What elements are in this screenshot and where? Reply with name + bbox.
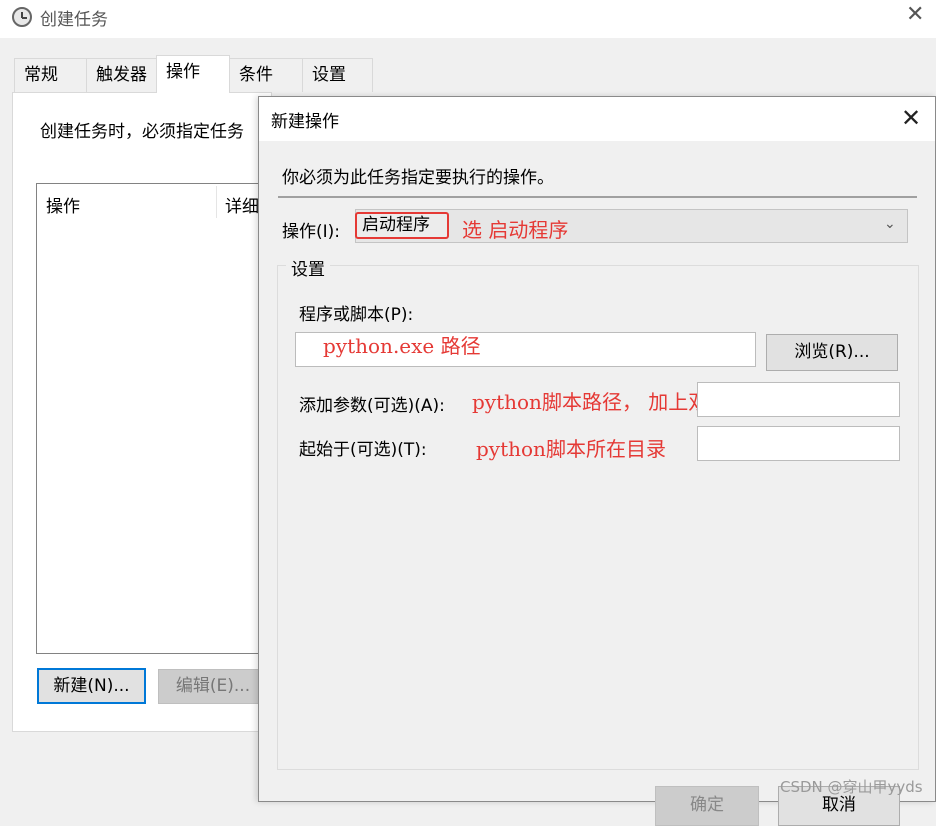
- list-column-divider: [216, 186, 217, 218]
- annotation-script-directory: python脚本所在目录: [476, 437, 666, 461]
- browse-button[interactable]: 浏览(R)...: [766, 334, 898, 371]
- instruction-divider: [278, 196, 917, 198]
- ok-button[interactable]: 确定: [655, 786, 759, 826]
- tab-actions[interactable]: 操作: [156, 55, 230, 93]
- arguments-label: 添加参数(可选)(A):: [299, 396, 445, 416]
- program-script-label: 程序或脚本(P):: [299, 305, 414, 325]
- list-column-details[interactable]: 详细: [225, 192, 259, 217]
- dialog-close-icon[interactable]: ✕: [901, 104, 921, 132]
- dialog-title: 新建操作: [271, 112, 339, 132]
- chevron-down-icon[interactable]: ⌄: [884, 216, 896, 232]
- dialog-title-bar: [259, 97, 935, 141]
- start-in-input[interactable]: [697, 426, 900, 461]
- outer-title-bar: 创建任务 ✕: [0, 0, 936, 38]
- dialog-instruction: 你必须为此任务指定要执行的操作。: [282, 168, 554, 188]
- new-action-button[interactable]: 新建(N)...: [37, 668, 146, 704]
- action-label: 操作(I):: [282, 222, 341, 242]
- action-select-value[interactable]: 启动程序: [355, 212, 449, 239]
- task-scheduler-clock-icon: [12, 7, 32, 27]
- start-in-label: 起始于(可选)(T):: [299, 440, 427, 460]
- outer-window-title: 创建任务: [40, 10, 108, 30]
- annotation-python-exe-path: python.exe 路径: [323, 334, 481, 358]
- tab-conditions[interactable]: 条件: [229, 58, 303, 92]
- tab-general[interactable]: 常规: [14, 58, 87, 92]
- csdn-watermark: CSDN @穿山甲yyds: [780, 778, 923, 796]
- outer-close-icon[interactable]: ✕: [906, 2, 924, 27]
- tab-settings[interactable]: 设置: [302, 58, 373, 92]
- actions-hint-text: 创建任务时，必须指定任务: [40, 122, 244, 142]
- settings-group-legend: 设置: [286, 255, 330, 280]
- annotation-select-start-program: 选 启动程序: [462, 218, 569, 242]
- edit-action-button[interactable]: 编辑(E)...: [158, 669, 268, 704]
- tab-triggers[interactable]: 触发器: [86, 58, 157, 92]
- action-list[interactable]: [36, 183, 276, 654]
- list-column-action[interactable]: 操作: [46, 192, 80, 217]
- arguments-input[interactable]: [697, 382, 900, 417]
